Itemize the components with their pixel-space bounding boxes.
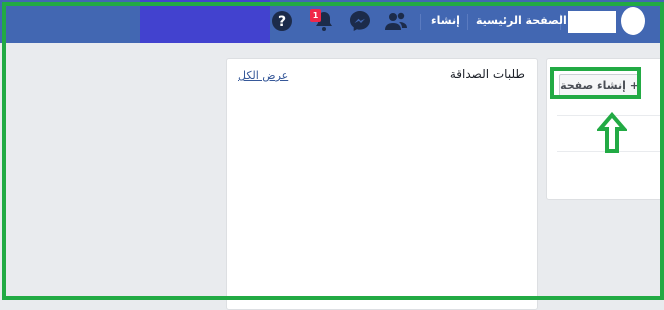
annotation-highlight-box (550, 67, 641, 99)
up-arrow-icon (597, 112, 627, 153)
annotation-frame (2, 2, 664, 300)
